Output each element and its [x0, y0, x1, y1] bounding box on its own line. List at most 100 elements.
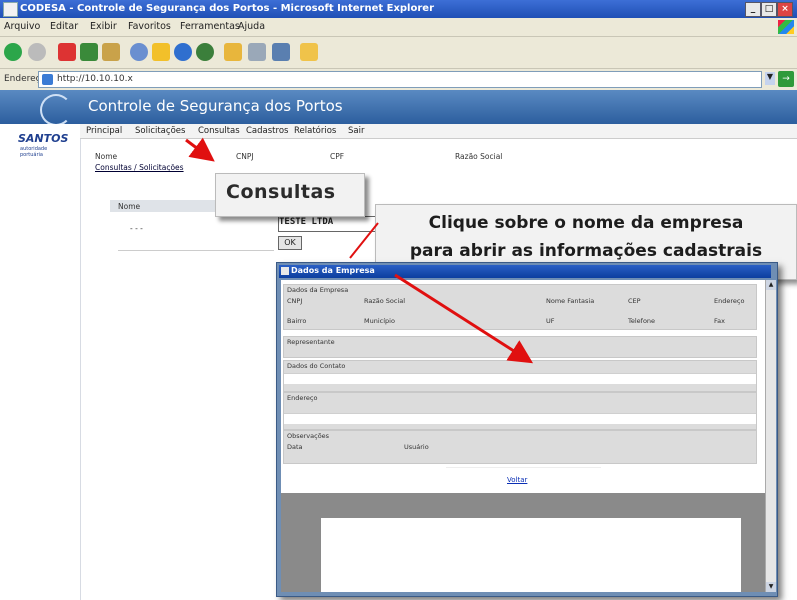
nav-solicitacoes[interactable]: Solicitações: [135, 126, 185, 136]
label-nome: Nome: [95, 152, 118, 161]
forward-icon[interactable]: [28, 43, 46, 61]
consultas-callout-text: Consultas: [226, 181, 336, 203]
page-icon: [42, 74, 53, 85]
menu-ferramentas[interactable]: Ferramentas: [180, 21, 240, 32]
windows-logo-icon: [778, 20, 794, 34]
history-icon[interactable]: [196, 43, 214, 61]
stop-icon[interactable]: [58, 43, 76, 61]
close-button[interactable]: ×: [777, 2, 793, 17]
popup-back-link[interactable]: Voltar: [507, 476, 527, 484]
media-icon[interactable]: [174, 43, 192, 61]
ie-app-icon: [3, 2, 18, 17]
popup-scrollbar[interactable]: ▲ ▼: [765, 280, 776, 592]
section-empresa-title: Dados da Empresa: [287, 286, 349, 294]
folder-icon[interactable]: [300, 43, 318, 61]
popup-body: Dados da Empresa CNPJ Razão Social Nome …: [281, 280, 765, 592]
popup-titlebar: Dados da Empresa: [279, 265, 771, 278]
section-endereco-title: Endereço: [287, 394, 318, 402]
main-nav: Principal Solicitações Consultas Cadastr…: [80, 124, 797, 139]
results-row-value: - - -: [130, 224, 143, 233]
field-data: Data: [287, 443, 303, 451]
label-cnpj: CNPJ: [236, 152, 254, 161]
section-contato-title: Dados do Contato: [287, 362, 346, 370]
popup-window-icon: [281, 267, 289, 275]
nav-relatorios[interactable]: Relatórios: [294, 126, 336, 136]
address-url: http://10.10.10.x: [57, 74, 133, 84]
menu-editar[interactable]: Editar: [50, 21, 78, 32]
popup-blank-area: [321, 518, 741, 592]
minimize-button[interactable]: _: [745, 2, 761, 17]
section-representante: Representante: [283, 336, 757, 358]
santos-logo: SANTOS: [18, 132, 69, 145]
consultas-link[interactable]: Consultas / Solicitações: [95, 163, 184, 172]
menu-exibir[interactable]: Exibir: [90, 21, 117, 32]
section-empresa: Dados da Empresa CNPJ Razão Social Nome …: [283, 284, 757, 330]
contato-row: [284, 373, 756, 384]
site-title: Controle de Segurança dos Portos: [88, 97, 343, 115]
section-endereco: Endereço: [283, 392, 757, 430]
endereco-row: [284, 413, 756, 424]
section-representante-title: Representante: [287, 338, 335, 346]
edit-icon[interactable]: [272, 43, 290, 61]
scroll-up-icon[interactable]: ▲: [766, 280, 776, 290]
section-observacoes: Observações Data Usuário: [283, 430, 757, 464]
field-usuario: Usuário: [404, 443, 429, 451]
section-contato: Dados do Contato: [283, 360, 757, 392]
site-header: Controle de Segurança dos Portos: [0, 90, 797, 126]
field-municipio: Município: [364, 317, 395, 325]
address-dropdown-icon[interactable]: ▼: [765, 72, 775, 85]
favorites-icon[interactable]: [152, 43, 170, 61]
nav-consultas[interactable]: Consultas: [198, 126, 240, 136]
popup-title: Dados da Empresa: [291, 266, 375, 275]
window-title: CODESA - Controle de Segurança dos Porto…: [20, 3, 434, 14]
instruction-line-1: Clique sobre o nome da empresa: [428, 213, 744, 233]
field-endereco: Endereço: [714, 297, 745, 305]
popup-divider: [446, 467, 601, 468]
popup-gray-block: [281, 493, 765, 518]
home-icon[interactable]: [102, 43, 120, 61]
menu-bar: Arquivo Editar Exibir Favoritos Ferramen…: [0, 18, 797, 37]
popup-gray-right: [741, 518, 765, 592]
nav-principal[interactable]: Principal: [86, 126, 122, 136]
menu-ajuda[interactable]: Ajuda: [238, 21, 265, 32]
field-bairro: Bairro: [287, 317, 307, 325]
site-logo-icon: [40, 94, 72, 126]
company-details-popup: Dados da Empresa Dados da Empresa CNPJ R…: [276, 262, 778, 597]
field-telefone: Telefone: [628, 317, 656, 325]
mail-icon[interactable]: [224, 43, 242, 61]
arrow-to-consultas: [185, 137, 215, 162]
go-button[interactable]: →: [778, 71, 794, 87]
label-cpf: CPF: [330, 152, 345, 161]
company-name-link[interactable]: TESTE LTDA: [278, 216, 388, 232]
field-cep: CEP: [628, 297, 641, 305]
refresh-icon[interactable]: [80, 43, 98, 61]
field-uf: UF: [546, 317, 555, 325]
santos-logo-subtitle: autoridade portuária: [20, 146, 48, 158]
menu-arquivo[interactable]: Arquivo: [4, 21, 40, 32]
back-icon[interactable]: [4, 43, 22, 61]
field-razao: Razão Social: [364, 297, 406, 305]
print-icon[interactable]: [248, 43, 266, 61]
side-logo: SANTOS autoridade portuária: [0, 124, 81, 600]
instruction-line-2: para abrir as informações cadastrais: [409, 241, 763, 261]
field-fax: Fax: [714, 317, 725, 325]
browser-toolbar: [0, 37, 797, 69]
nav-sair[interactable]: Sair: [348, 126, 364, 136]
nav-cadastros[interactable]: Cadastros: [246, 126, 288, 136]
consultas-callout: Consultas: [215, 173, 365, 217]
popup-gray-left: [281, 518, 321, 592]
maximize-button[interactable]: □: [761, 2, 777, 17]
field-cnpj: CNPJ: [287, 297, 303, 305]
address-input[interactable]: http://10.10.10.x: [38, 71, 762, 88]
window-titlebar: CODESA - Controle de Segurança dos Porto…: [0, 0, 797, 18]
results-header-label: Nome: [118, 202, 141, 211]
results-row: - - -: [110, 222, 270, 234]
scroll-down-icon[interactable]: ▼: [766, 582, 776, 592]
label-razao: Razão Social: [455, 152, 503, 161]
menu-favoritos[interactable]: Favoritos: [128, 21, 171, 32]
section-observacoes-title: Observações: [287, 432, 330, 440]
search-icon[interactable]: [130, 43, 148, 61]
ok-button[interactable]: OK: [278, 236, 302, 250]
divider: [118, 250, 274, 251]
address-bar: Endereço http://10.10.10.x ▼ →: [0, 69, 797, 91]
